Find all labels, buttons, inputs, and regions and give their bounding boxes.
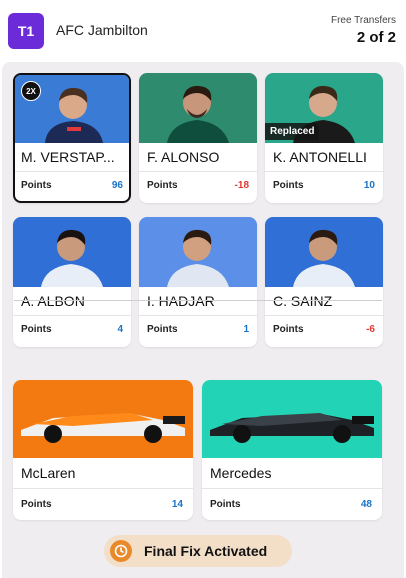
driver-photo (139, 217, 257, 287)
section-divider (14, 300, 382, 301)
divider (265, 315, 383, 316)
points-value: 96 (111, 180, 123, 191)
points-label: Points (273, 324, 304, 335)
free-transfers-value: 2 of 2 (356, 29, 396, 46)
constructor-car-image (13, 380, 193, 458)
driver-photo (13, 217, 131, 287)
constructor-car-image (202, 380, 382, 458)
driver-card-antonelli[interactable]: Replaced K. ANTONELLI Points 10 (265, 73, 383, 203)
clock-icon (110, 540, 132, 562)
driver-photo (265, 217, 383, 287)
divider (139, 171, 257, 172)
team-name: AFC Jambilton (56, 22, 148, 38)
team-header: T1 AFC Jambilton Free Transfers 2 of 2 (0, 0, 406, 62)
divider (13, 488, 193, 489)
free-transfers-label: Free Transfers (330, 15, 396, 26)
constructor-name: Mercedes (210, 465, 272, 481)
driver-card-alonso[interactable]: F. ALONSO Points -18 (139, 73, 257, 203)
chip-label: Final Fix Activated (144, 543, 268, 559)
divider (15, 171, 129, 172)
points-value: 10 (363, 180, 375, 191)
points-value: 4 (117, 324, 123, 335)
points-label: Points (21, 499, 52, 510)
driver-photo (139, 73, 257, 143)
divider (265, 171, 383, 172)
points-value: 1 (243, 324, 249, 335)
divider (13, 315, 131, 316)
driver-card-hadjar[interactable]: I. HADJAR Points 1 (139, 217, 257, 347)
driver-card-sainz[interactable]: C. SAINZ Points -6 (265, 217, 383, 347)
constructor-name: McLaren (21, 465, 76, 481)
driver-card-albon[interactable]: A. ALBON Points 4 (13, 217, 131, 347)
replaced-tag: Replaced (265, 123, 320, 140)
driver-name: A. ALBON (21, 293, 85, 309)
driver-name: C. SAINZ (273, 293, 333, 309)
points-label: Points (21, 180, 52, 191)
driver-name: K. ANTONELLI (273, 149, 367, 165)
driver-card-verstappen[interactable]: 2X M. VERSTAP... Points 96 (13, 73, 131, 203)
points-label: Points (147, 180, 178, 191)
divider (202, 488, 382, 489)
points-value: 14 (171, 499, 183, 510)
driver-name: I. HADJAR (147, 293, 215, 309)
divider (139, 315, 257, 316)
points-label: Points (147, 324, 178, 335)
points-label: Points (21, 324, 52, 335)
driver-name: M. VERSTAP... (21, 149, 115, 165)
multiplier-badge: 2X (21, 81, 41, 101)
points-value: -18 (234, 180, 249, 191)
constructor-card-mclaren[interactable]: McLaren Points 14 (13, 380, 193, 520)
constructor-card-mercedes[interactable]: Mercedes Points 48 (202, 380, 382, 520)
points-value: 48 (360, 499, 372, 510)
points-value: -6 (366, 324, 375, 335)
driver-name: F. ALONSO (147, 149, 220, 165)
team-badge: T1 (8, 13, 44, 49)
final-fix-chip[interactable]: Final Fix Activated (104, 535, 292, 567)
points-label: Points (210, 499, 241, 510)
points-label: Points (273, 180, 304, 191)
